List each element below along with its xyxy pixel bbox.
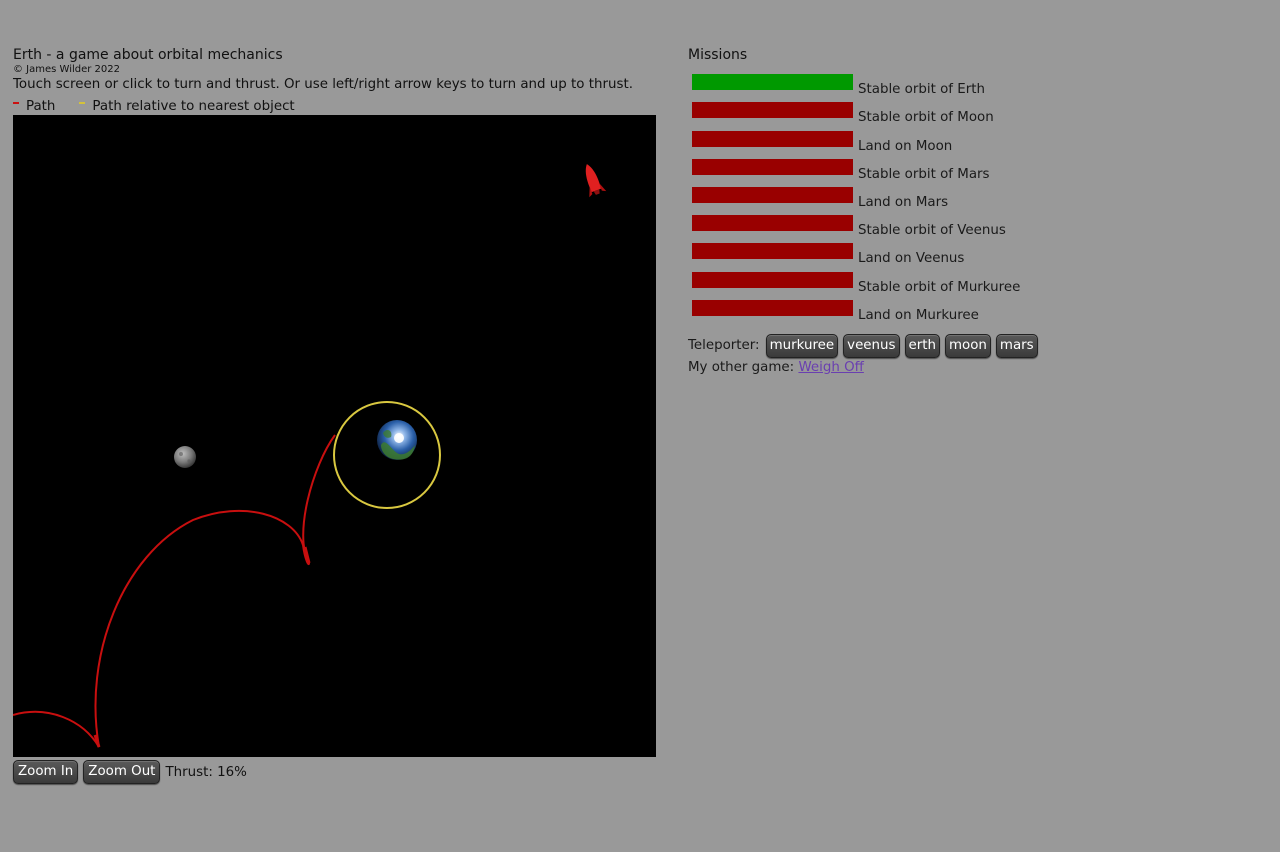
teleport-erth-button[interactable]: erth (904, 333, 940, 358)
mission-status-incomplete (692, 102, 853, 119)
teleport-murkuree-button[interactable]: murkuree (765, 333, 839, 358)
teleporter-row: Teleporter: murkuree veenus erth moon mars (688, 333, 1248, 358)
mission-label: Stable orbit of Mars (858, 166, 990, 182)
teleporter-label: Teleporter: (688, 338, 760, 354)
other-game-row: My other game: Weigh Off (688, 360, 1248, 375)
game-panel: Erth - a game about orbital mechanics © … (13, 46, 657, 784)
erth-planet (377, 420, 417, 460)
mission-status-complete (692, 74, 853, 91)
thrust-readout: Thrust: 16% (165, 764, 247, 780)
mission-status-incomplete (692, 186, 853, 203)
zoom-out-button[interactable]: Zoom Out (83, 760, 161, 784)
legend-label-relative: Path relative to nearest object (92, 99, 295, 114)
page-title: Erth - a game about orbital mechanics (13, 47, 283, 63)
path-legend: Path Path relative to nearest object (13, 99, 657, 115)
teleport-moon-button[interactable]: moon (944, 333, 991, 358)
missions-heading: Missions (688, 47, 748, 63)
mission-status-incomplete (692, 215, 853, 232)
missions-panel: Missions Stable orbit of Erth Stable orbi… (688, 46, 1248, 375)
other-game-label: My other game: (688, 359, 795, 375)
mission-label: Stable orbit of Veenus (858, 223, 1006, 239)
mission-label: Stable orbit of Murkuree (858, 279, 1021, 295)
zoom-controls: Zoom In Zoom Out Thrust: 16% (13, 760, 247, 784)
mission-status-incomplete (692, 130, 853, 147)
teleport-veenus-button[interactable]: veenus (843, 333, 900, 358)
path-swatch-icon (13, 102, 19, 104)
mission-item: Stable orbit of Moon (688, 96, 1248, 126)
moon-body (174, 446, 196, 468)
mission-label: Land on Moon (858, 138, 953, 154)
relative-path-swatch-icon (79, 102, 86, 104)
mission-item: Land on Murkuree (688, 294, 1248, 323)
mission-item: Stable orbit of Veenus (688, 209, 1248, 239)
mission-item: Land on Veenus (688, 237, 1248, 267)
legend-label-path: Path (26, 99, 56, 114)
teleport-mars-button[interactable]: mars (995, 333, 1038, 358)
mission-label: Land on Murkuree (858, 307, 979, 323)
instructions-text: Touch screen or click to turn and thrust… (13, 77, 633, 92)
mission-status-incomplete (692, 158, 853, 175)
mission-label: Stable orbit of Erth (858, 82, 985, 98)
mission-item: Land on Mars (688, 181, 1248, 210)
space-view[interactable] (13, 115, 656, 757)
flight-path-segment (13, 434, 336, 748)
legend-item-path: Path (13, 99, 55, 115)
teleporter-buttons: murkuree veenus erth moon mars (765, 333, 1043, 358)
mission-list: Stable orbit of Erth Stable orbit of Moon… (688, 68, 1248, 323)
mission-item: Stable orbit of Murkuree (688, 265, 1248, 295)
legend-item-relative: Path relative to nearest object (79, 99, 295, 115)
zoom-in-button[interactable]: Zoom In (13, 760, 79, 784)
mission-label: Land on Veenus (858, 251, 965, 267)
copyright-text: © James Wilder 2022 (13, 64, 121, 75)
mission-status-incomplete (692, 271, 853, 288)
mission-label: Stable orbit of Moon (858, 110, 994, 126)
mission-status-incomplete (692, 243, 853, 260)
mission-item: Stable orbit of Erth (688, 68, 1248, 98)
mission-label: Land on Mars (858, 194, 949, 210)
mission-status-incomplete (692, 299, 853, 316)
mission-item: Land on Moon (688, 124, 1248, 154)
mission-item: Stable orbit of Mars (688, 153, 1248, 182)
rocket-icon (585, 164, 607, 198)
game-canvas[interactable] (13, 115, 656, 757)
weigh-off-link[interactable]: Weigh Off (798, 360, 863, 375)
